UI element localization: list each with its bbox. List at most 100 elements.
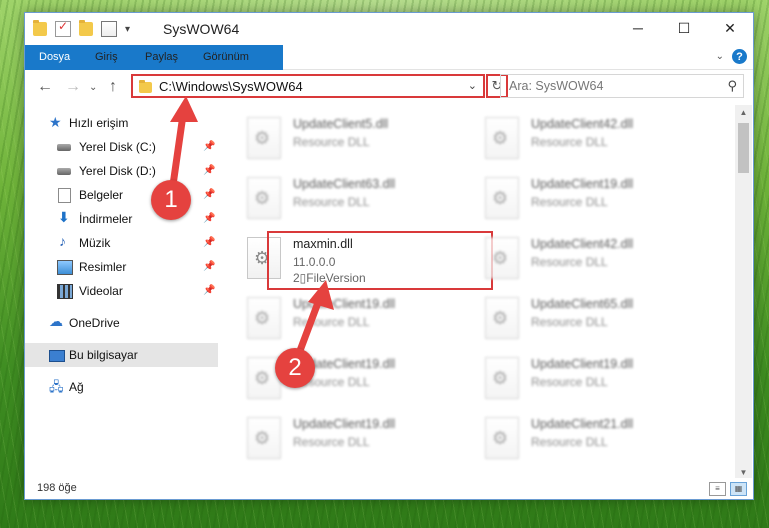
file-item[interactable]: UpdateClient19.dll Resource DLL bbox=[243, 293, 473, 345]
file-name: UpdateClient42.dll bbox=[531, 237, 634, 251]
sidebar-item-label: Müzik bbox=[79, 236, 111, 250]
window-title: SysWOW64 bbox=[163, 21, 240, 37]
pin-icon: 📌 bbox=[203, 237, 216, 248]
file-description: Resource DLL bbox=[293, 195, 370, 209]
search-box[interactable]: Ara: SysWOW64 ⚲ bbox=[500, 74, 744, 98]
up-button[interactable]: ↑ bbox=[109, 78, 117, 96]
pin-icon: 📌 bbox=[203, 261, 216, 272]
sidebar-item-label: Yerel Disk (C:) bbox=[79, 140, 156, 154]
sidebar-item-music[interactable]: ♪ Müzik 📌 bbox=[25, 231, 218, 255]
sidebar-item-disk-c[interactable]: Yerel Disk (C:) 📌 bbox=[25, 135, 218, 159]
tab-view[interactable]: Görünüm bbox=[191, 45, 261, 69]
file-item[interactable]: UpdateClient19.dll Resource DLL bbox=[243, 413, 473, 465]
drive-icon bbox=[57, 144, 71, 151]
new-folder-icon[interactable] bbox=[79, 20, 93, 36]
details-view-icon[interactable]: ≡ bbox=[709, 482, 726, 496]
file-item[interactable]: UpdateClient21.dll Resource DLL bbox=[481, 413, 711, 465]
pin-icon: 📌 bbox=[203, 285, 216, 296]
file-item[interactable]: UpdateClient42.dll Resource DLL bbox=[481, 113, 711, 165]
file-list: UpdateClient5.dll Resource DLL UpdateCli… bbox=[219, 105, 735, 465]
sidebar-item-pictures[interactable]: Resimler 📌 bbox=[25, 255, 218, 279]
tab-share[interactable]: Paylaş bbox=[133, 45, 190, 69]
recent-locations-chevron-icon[interactable]: ⌄ bbox=[89, 82, 97, 93]
ribbon-tabs: Dosya Giriş Paylaş Görünüm ⌄ ? bbox=[25, 45, 753, 97]
file-item[interactable]: UpdateClient5.dll Resource DLL bbox=[243, 113, 473, 165]
view-properties-icon[interactable] bbox=[101, 21, 117, 37]
forward-button[interactable]: → bbox=[65, 78, 81, 96]
file-name: UpdateClient42.dll bbox=[531, 117, 634, 131]
computer-icon bbox=[49, 350, 65, 362]
customize-toolbar-chevron-icon[interactable]: ▾ bbox=[125, 24, 130, 35]
dll-file-icon bbox=[485, 357, 519, 399]
large-icons-view-icon[interactable]: ▦ bbox=[730, 482, 747, 496]
pictures-icon bbox=[57, 260, 73, 275]
sidebar-item-onedrive[interactable]: ☁ OneDrive bbox=[25, 311, 218, 335]
navigation-pane: ★ Hızlı erişim Yerel Disk (C:) 📌 Yerel D… bbox=[25, 105, 218, 465]
sidebar-item-label: Resimler bbox=[79, 260, 127, 274]
close-button[interactable]: ✕ bbox=[707, 13, 753, 43]
sidebar-item-label: Videolar bbox=[79, 284, 123, 298]
sidebar-item-this-pc[interactable]: Bu bilgisayar bbox=[25, 343, 218, 367]
file-name: UpdateClient19.dll bbox=[293, 297, 396, 311]
network-icon: 🖧 bbox=[49, 379, 64, 394]
address-row: ← → ⌄ ↑ C:\Windows\SysWOW64 ⌄ ↻ Ara: Sys… bbox=[25, 70, 753, 104]
search-icon[interactable]: ⚲ bbox=[727, 78, 737, 94]
pin-icon: 📌 bbox=[203, 213, 216, 224]
maximize-button[interactable]: ☐ bbox=[661, 13, 707, 43]
vertical-scrollbar[interactable]: ▲ ▼ bbox=[735, 105, 752, 481]
sidebar-item-downloads[interactable]: ⬇ İndirmeler 📌 bbox=[25, 207, 218, 231]
dll-file-icon bbox=[247, 177, 281, 219]
back-button[interactable]: ← bbox=[37, 78, 53, 96]
dll-file-icon bbox=[485, 417, 519, 459]
file-name: UpdateClient5.dll bbox=[293, 117, 389, 131]
properties-check-icon[interactable] bbox=[55, 19, 71, 37]
folder-icon[interactable] bbox=[33, 20, 47, 36]
file-description: Resource DLL bbox=[531, 195, 608, 209]
file-description: Resource DLL bbox=[531, 255, 608, 269]
sidebar-item-videos[interactable]: Videolar 📌 bbox=[25, 279, 218, 303]
sidebar-item-network[interactable]: 🖧 Ağ bbox=[25, 375, 218, 399]
sidebar-item-label: İndirmeler bbox=[79, 212, 133, 226]
file-name: UpdateClient19.dll bbox=[531, 357, 634, 371]
dll-file-icon bbox=[247, 117, 281, 159]
sidebar-item-label: Hızlı erişim bbox=[69, 116, 129, 130]
videos-icon bbox=[57, 284, 73, 299]
file-item[interactable]: UpdateClient19.dll Resource DLL bbox=[481, 173, 711, 225]
download-icon: ⬇ bbox=[58, 209, 70, 225]
file-explorer-window: ▾ SysWOW64 ─ ☐ ✕ Dosya Giriş Paylaş Görü… bbox=[24, 12, 754, 500]
file-name: UpdateClient19.dll bbox=[293, 417, 396, 431]
scroll-up-icon[interactable]: ▲ bbox=[735, 105, 752, 121]
expand-ribbon-chevron-icon[interactable]: ⌄ bbox=[716, 51, 724, 62]
dll-file-icon bbox=[485, 117, 519, 159]
address-folder-icon bbox=[139, 80, 152, 93]
star-icon: ★ bbox=[49, 114, 62, 130]
search-placeholder[interactable]: Ara: SysWOW64 bbox=[509, 79, 603, 93]
sidebar-item-quick-access[interactable]: ★ Hızlı erişim bbox=[25, 111, 218, 135]
scroll-thumb[interactable] bbox=[738, 123, 749, 173]
status-bar: 198 öğe ≡ ▦ bbox=[25, 478, 753, 499]
address-path[interactable]: C:\Windows\SysWOW64 bbox=[159, 79, 303, 94]
file-item[interactable]: UpdateClient19.dll Resource DLL bbox=[481, 353, 711, 405]
sidebar-item-label: Belgeler bbox=[79, 188, 124, 202]
selected-file-highlight bbox=[267, 231, 493, 290]
dll-file-icon bbox=[247, 297, 281, 339]
file-name: UpdateClient65.dll bbox=[531, 297, 634, 311]
sidebar-item-disk-d[interactable]: Yerel Disk (D:) 📌 bbox=[25, 159, 218, 183]
item-count: 198 öğe bbox=[37, 482, 77, 494]
dll-file-icon bbox=[485, 297, 519, 339]
help-icon[interactable]: ? bbox=[732, 49, 747, 64]
dll-file-icon bbox=[485, 177, 519, 219]
file-name: UpdateClient19.dll bbox=[531, 177, 634, 191]
tab-home[interactable]: Giriş bbox=[83, 45, 130, 69]
address-dropdown-chevron-icon[interactable]: ⌄ bbox=[468, 79, 477, 92]
window-controls: ─ ☐ ✕ bbox=[615, 13, 753, 43]
file-item[interactable]: UpdateClient65.dll Resource DLL bbox=[481, 293, 711, 345]
pin-icon: 📌 bbox=[203, 189, 216, 200]
drive-icon bbox=[57, 168, 71, 175]
file-item[interactable]: UpdateClient42.dll Resource DLL bbox=[481, 233, 711, 285]
minimize-button[interactable]: ─ bbox=[615, 13, 661, 43]
file-item[interactable]: UpdateClient63.dll Resource DLL bbox=[243, 173, 473, 225]
address-bar[interactable]: C:\Windows\SysWOW64 ⌄ bbox=[131, 74, 485, 98]
file-name: UpdateClient63.dll bbox=[293, 177, 396, 191]
pin-icon: 📌 bbox=[203, 165, 216, 176]
